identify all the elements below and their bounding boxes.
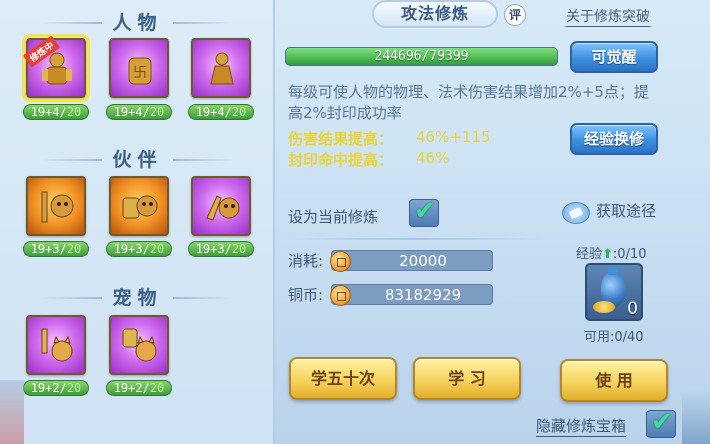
obtain-icon xyxy=(562,202,590,224)
stat-damage-label: 伤害结果提高： xyxy=(288,130,394,148)
section-title-pets: 宠物 xyxy=(0,283,275,310)
use-button[interactable]: 使 用 xyxy=(560,359,668,402)
learn-fifty-button[interactable]: 学五十次 xyxy=(289,357,397,400)
slot-pet-1[interactable] xyxy=(26,315,86,375)
consume-field: 20000 xyxy=(330,250,493,272)
consume-value: 20000 xyxy=(399,252,447,270)
section-title-partners: 伙伴 xyxy=(0,145,275,172)
section-title-characters: 人物 xyxy=(0,8,275,35)
divider xyxy=(286,238,546,240)
slot-partner-2[interactable] xyxy=(109,176,169,236)
checkmark-icon: ✔ xyxy=(651,407,673,437)
arrow-up-icon: ⬆ xyxy=(602,247,613,262)
cultivation-description: 每级可使人物的物理、法术伤害结果增加2%+5点；提高2%封印成功率 xyxy=(288,83,649,122)
copper-coin-label: 铜币: xyxy=(288,286,324,304)
cultivation-progress-bar: 244696/79399 xyxy=(285,47,558,66)
cultivation-treasure-slot[interactable]: 0 xyxy=(585,263,643,321)
slot-level: 19+2/20 xyxy=(106,380,172,396)
slot-pet-2[interactable] xyxy=(109,315,169,375)
tab-title: 攻法修炼 xyxy=(372,0,498,28)
treasure-usable: 可用:0/40 xyxy=(584,330,644,345)
decoration-right xyxy=(682,390,710,444)
slot-partner-3[interactable] xyxy=(191,176,251,236)
svg-text:卐: 卐 xyxy=(133,65,147,81)
set-current-label: 设为当前修炼 xyxy=(288,208,379,226)
slot-character-1[interactable]: 修炼中 xyxy=(22,34,90,102)
stat-seal-label: 封印命中提高： xyxy=(288,151,394,169)
slot-level: 19+3/20 xyxy=(106,241,172,257)
copper-coin-field: 83182929 xyxy=(330,284,493,306)
partner-shield-lion-icon xyxy=(122,195,158,219)
hide-treasure-checkbox[interactable]: ✔ xyxy=(646,407,676,438)
learn-button[interactable]: 学 习 xyxy=(413,357,521,400)
character-armor-icon: 卐 xyxy=(128,57,152,85)
cultivation-breakthrough-link[interactable]: 关于修炼突破 xyxy=(566,6,650,27)
category-panel: 人物 修炼中 19+4/20 卐 19+4/20 19+4/20 伙伴 19+3… xyxy=(0,0,275,444)
decoration-left xyxy=(0,380,24,444)
set-current-checkbox[interactable]: ✔ xyxy=(409,196,439,227)
slot-level: 19+2/20 xyxy=(23,380,89,396)
awaken-button[interactable]: 可觉醒 xyxy=(570,41,658,73)
copper-coin-icon xyxy=(330,251,351,272)
hide-treasure-label[interactable]: 隐藏修炼宝箱 xyxy=(536,415,627,437)
slot-character-2[interactable]: 卐 xyxy=(109,38,169,98)
copper-coin-icon xyxy=(330,285,351,306)
slot-level: 19+4/20 xyxy=(23,104,89,120)
slot-level: 19+3/20 xyxy=(23,241,89,257)
treasure-count: 0 xyxy=(627,299,638,319)
treasure-exp-label: 经验⬆:0/10 xyxy=(576,247,647,262)
slot-level: 19+4/20 xyxy=(106,104,172,120)
stat-seal-value: 46% xyxy=(416,149,450,167)
character-figure-icon xyxy=(210,52,234,85)
gold-ingots-icon xyxy=(593,301,615,313)
eval-badge[interactable]: 评 xyxy=(504,4,526,26)
slot-partner-1[interactable] xyxy=(26,176,86,236)
slot-level: 19+3/20 xyxy=(188,241,254,257)
consume-label: 消耗: xyxy=(288,252,324,270)
partner-fist-lion-icon xyxy=(206,195,240,221)
pet-sword-cat-icon xyxy=(41,328,73,362)
obtain-link[interactable]: 获取途径 xyxy=(596,200,656,221)
partner-sword-lion-icon xyxy=(41,191,74,223)
stat-damage-value: 46%+115 xyxy=(416,128,491,146)
progress-text: 244696/79399 xyxy=(374,49,469,64)
slot-character-3[interactable] xyxy=(191,38,251,98)
slot-level: 19+4/20 xyxy=(188,104,254,120)
pet-shield-cat-icon xyxy=(122,328,157,362)
copper-coin-value: 83182929 xyxy=(384,286,462,304)
cultivation-screen: 人物 修炼中 19+4/20 卐 19+4/20 19+4/20 伙伴 19+3… xyxy=(0,0,710,444)
checkmark-icon: ✔ xyxy=(414,196,436,226)
exp-exchange-button[interactable]: 经验换修 xyxy=(570,123,658,155)
